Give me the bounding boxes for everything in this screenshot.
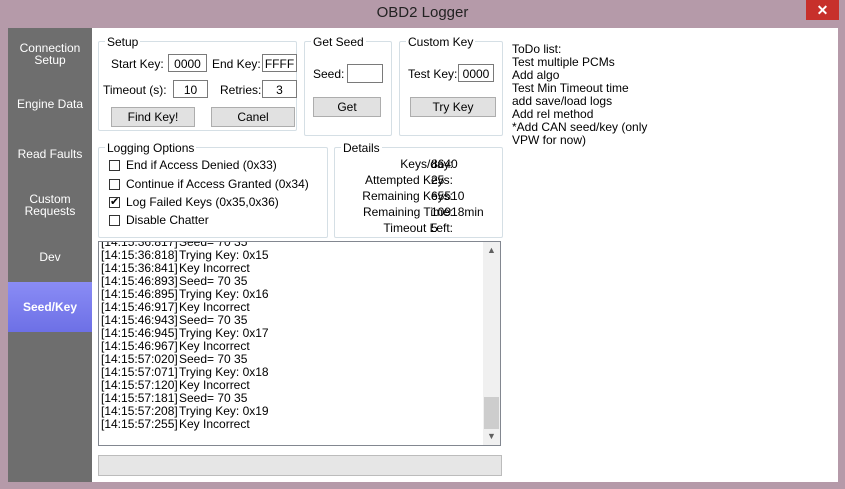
start-key-input[interactable]: 0000	[168, 54, 207, 72]
timeout-left-value: 5	[431, 221, 438, 235]
log-message: Trying Key: 0x15	[179, 248, 269, 262]
checkbox-continue-if-granted[interactable]	[109, 179, 120, 190]
get-seed-legend: Get Seed	[311, 35, 366, 49]
logging-options-legend: Logging Options	[105, 141, 197, 155]
nav-item-seed-key-label: Seed/Key	[22, 300, 78, 314]
nav-item-engine-data[interactable]: Engine Data	[8, 86, 92, 122]
timeout-input[interactable]: 10	[173, 80, 208, 98]
end-key-input[interactable]: FFFF	[262, 54, 297, 72]
log-line: [14:15:57:255]Key Incorrect	[101, 418, 250, 431]
window-client: Connection Setup Engine Data Read Faults…	[8, 28, 838, 482]
details-legend: Details	[341, 141, 382, 155]
log-message: Seed= 70 35	[179, 352, 248, 366]
log-message: Trying Key: 0x16	[179, 287, 269, 301]
log-timestamp: [14:15:57:255]	[101, 417, 178, 431]
checkbox-log-failed-keys[interactable]: ✔	[109, 197, 120, 208]
log-message: Seed= 70 35	[179, 313, 248, 327]
todo-line: VPW for now)	[512, 133, 587, 147]
remaining-time-value: 10918min	[431, 205, 484, 219]
remaining-keys-value: 65510	[431, 189, 465, 203]
scroll-thumb[interactable]	[484, 397, 499, 429]
test-key-label: Test Key:	[408, 67, 458, 81]
close-button[interactable]: ✕	[806, 0, 839, 20]
find-key-button[interactable]: Find Key!	[111, 107, 195, 127]
scroll-up-icon[interactable]: ▲	[483, 242, 500, 259]
retries-label: Retries:	[220, 83, 262, 97]
log-message: Seed= 70 35	[179, 391, 248, 405]
seed-input[interactable]	[347, 64, 383, 83]
nav-item-dev[interactable]: Dev	[8, 239, 92, 275]
logging-options-group: Logging Options End if Access Denied (0x…	[98, 141, 328, 238]
setup-group: Setup Start Key: 0000 End Key: FFFF Time…	[98, 35, 297, 131]
scroll-down-icon[interactable]: ▼	[483, 428, 500, 445]
start-key-label: Start Key:	[111, 57, 164, 71]
log-message: Seed= 70 35	[179, 274, 248, 288]
details-group: Details Keys/day: 8640 Attempted Keys: 2…	[334, 141, 503, 238]
log-scrollbar[interactable]: ▲ ▼	[483, 242, 500, 445]
nav-item-read-faults[interactable]: Read Faults	[8, 136, 92, 172]
test-key-input[interactable]: 0000	[458, 64, 494, 82]
log-textbox[interactable]: [14:15:36:817]Seed= 70 35 [14:15:36:818]T…	[98, 241, 501, 446]
end-key-label: End Key:	[212, 57, 261, 71]
nav-item-connection-setup[interactable]: Connection Setup	[8, 36, 92, 72]
log-message: Trying Key: 0x17	[179, 326, 269, 340]
log-message: Key Incorrect	[179, 300, 250, 314]
try-key-button[interactable]: Try Key	[410, 97, 496, 117]
log-message: Key Incorrect	[179, 417, 250, 431]
seed-label: Seed:	[313, 67, 345, 81]
nav-item-seed-key[interactable]: Seed/Key	[8, 282, 98, 332]
checkbox-disable-chatter[interactable]	[109, 215, 120, 226]
custom-key-legend: Custom Key	[406, 35, 476, 49]
retries-input[interactable]: 3	[262, 80, 297, 98]
window-title: OBD2 Logger	[376, 4, 469, 21]
nav-item-custom-requests[interactable]: Custom Requests	[8, 187, 92, 223]
seed-key-panel: Setup Start Key: 0000 End Key: FFFF Time…	[92, 28, 838, 482]
cancel-button[interactable]: Canel	[211, 107, 295, 127]
log-message: Key Incorrect	[179, 378, 250, 392]
title-bar: OBD2 Logger ✕	[0, 0, 845, 28]
log-failed-keys-label: Log Failed Keys (0x35,0x36)	[126, 195, 279, 209]
checkbox-end-if-denied[interactable]	[109, 160, 120, 171]
sidebar-nav: Connection Setup Engine Data Read Faults…	[8, 28, 98, 482]
custom-key-group: Custom Key Test Key: 0000 Try Key	[399, 35, 503, 136]
progress-bar	[98, 455, 502, 476]
todo-list: ToDo list: Test multiple PCMs Add algo Test…	[512, 43, 647, 147]
log-message: Key Incorrect	[179, 261, 250, 275]
attempted-keys-value: 25	[431, 173, 445, 187]
get-seed-group: Get Seed Seed: Get	[304, 35, 392, 136]
keys-per-day-value: 8640	[431, 157, 458, 171]
setup-legend: Setup	[105, 35, 141, 49]
get-seed-button[interactable]: Get	[313, 97, 381, 117]
timeout-label: Timeout (s):	[103, 83, 167, 97]
log-message: Trying Key: 0x18	[179, 365, 269, 379]
disable-chatter-label: Disable Chatter	[126, 213, 209, 227]
end-if-denied-label: End if Access Denied (0x33)	[126, 158, 277, 172]
log-message: Key Incorrect	[179, 339, 250, 353]
log-message: Trying Key: 0x19	[179, 404, 269, 418]
continue-if-granted-label: Continue if Access Granted (0x34)	[126, 177, 309, 191]
